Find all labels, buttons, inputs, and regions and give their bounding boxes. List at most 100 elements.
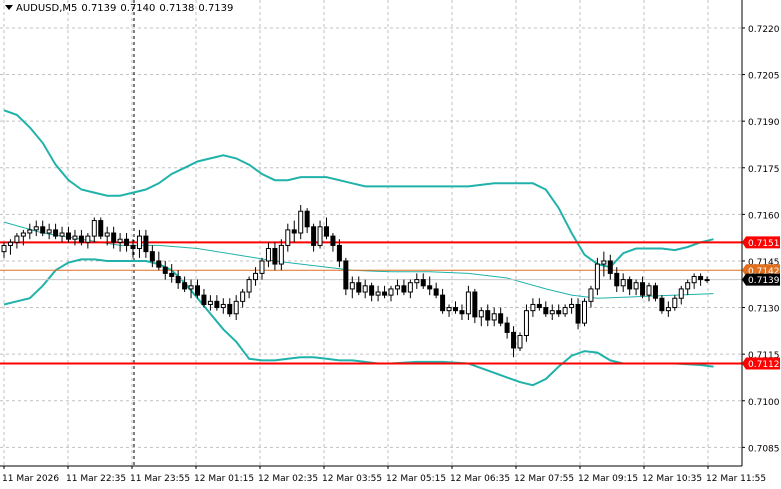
candle-body-bear: [401, 285, 407, 293]
candle-body-bull: [704, 279, 710, 282]
candle-body-bear: [291, 229, 297, 234]
level-price-label-text: 0.7151: [748, 239, 780, 249]
candle-body-bear: [149, 251, 155, 262]
candle-body-bull: [601, 260, 607, 265]
dropdown-triangle-icon[interactable]: [5, 5, 13, 10]
candle-body-bear: [607, 260, 613, 274]
candle: [517, 332, 523, 352]
candle-body-bull: [27, 229, 33, 234]
symbol-header: AUDUSD,M5 0.7139 0.7140 0.7138 0.7139: [5, 3, 237, 14]
y-tick-label: 0.7100: [748, 398, 780, 408]
candle-body-bear: [627, 279, 633, 290]
candle-body-bear: [504, 322, 510, 333]
y-tick-label: 0.7220: [748, 25, 780, 35]
candle-body-bear: [420, 279, 426, 287]
candle-body-bear: [311, 226, 317, 246]
candle-body-bull: [317, 226, 323, 246]
candle: [98, 217, 104, 240]
x-tick-label: 11 Mar 22:35: [66, 474, 126, 484]
candle-body-bull: [20, 232, 26, 237]
x-tick-label: 11 Mar 23:55: [130, 474, 190, 484]
candle-body-bull: [7, 241, 13, 246]
x-tick-label: 12 Mar 11:55: [706, 474, 766, 484]
candle-body-bull: [523, 310, 529, 337]
candle-body-bull: [233, 300, 239, 315]
candle-body-bear: [369, 285, 375, 296]
candle-body-bear: [614, 272, 620, 287]
candle-body-bull: [136, 235, 142, 250]
candle-body-bull: [388, 288, 394, 296]
candle-body-bull: [549, 310, 555, 315]
candle-body-bear: [66, 232, 71, 240]
candle-body-bull: [265, 248, 271, 262]
candle-body-bear: [336, 244, 342, 262]
candle-body-bull: [530, 303, 536, 312]
candle-body-bull: [207, 300, 213, 305]
candle-body-bear: [214, 300, 220, 309]
candle-body-bear: [98, 220, 104, 237]
candle-body-bull: [465, 291, 471, 315]
candle-body-bull: [517, 335, 523, 349]
candle-body-bull: [633, 282, 639, 290]
candle-body-bear: [511, 331, 517, 349]
candle-body-bear: [427, 285, 433, 290]
x-tick-label: 12 Mar 06:35: [450, 474, 510, 484]
candle-body-bull: [278, 244, 284, 265]
candle-body-bull: [46, 229, 52, 234]
candle-body-bear: [472, 291, 478, 318]
candle-body-bull: [240, 291, 246, 302]
candle-body-bull: [298, 210, 304, 234]
candle-body-bear: [53, 229, 59, 237]
candle-body-bull: [104, 232, 110, 237]
candle-body-bear: [195, 285, 200, 296]
candle-body-bull: [678, 288, 684, 299]
candle-body-bear: [201, 294, 207, 305]
x-tick-label: 12 Mar 09:15: [578, 474, 638, 484]
candle-body-bear: [130, 244, 136, 250]
candle-body-bear: [343, 260, 349, 290]
candle-body-bear: [324, 226, 329, 237]
last-price-label: 0.7139: [742, 273, 780, 286]
candle: [652, 282, 658, 302]
candle-body-bear: [640, 282, 646, 296]
candle-body-bull: [188, 285, 194, 290]
candle-body-bull: [85, 235, 91, 243]
level-price-label: 0.7151: [742, 236, 780, 249]
candle-body-bull: [362, 285, 368, 293]
candle-body-bear: [175, 275, 181, 284]
level-price-label-text: 0.7112: [748, 360, 780, 370]
y-tick-label: 0.7205: [748, 72, 780, 82]
candle-body-bear: [78, 235, 84, 243]
price-chart[interactable]: 0.72200.72050.71900.71750.71600.71450.71…: [0, 0, 781, 489]
candle-body-bull: [691, 275, 697, 284]
candle-body-bear: [536, 303, 542, 309]
y-tick-label: 0.7085: [748, 444, 780, 454]
candle-body-bull: [259, 260, 265, 274]
y-tick-label: 0.7160: [748, 211, 780, 221]
candle-body-bull: [582, 300, 587, 324]
candle-body-bull: [1, 244, 7, 253]
x-tick-label: 11 Mar 2026: [2, 474, 59, 484]
last-price-label-text: 0.7139: [748, 276, 780, 286]
y-tick-label: 0.7130: [748, 305, 780, 315]
candle-body-bull: [246, 279, 252, 293]
chart-window[interactable]: 0.7220 0.7205 0.7190 0.7175 0.7160 0.7145 0.71…: [0, 0, 781, 489]
candle-body-bear: [182, 282, 188, 290]
candle-body-bull: [117, 238, 123, 243]
candle-body-bull: [394, 285, 400, 290]
candle-body-bear: [698, 275, 704, 281]
candle: [582, 298, 587, 327]
y-tick-label: 0.7190: [748, 118, 780, 128]
candle-body-bull: [569, 303, 575, 309]
ohlc-high: 0.7140: [120, 3, 156, 14]
candle-body-bear: [156, 260, 162, 268]
x-tick-label: 12 Mar 02:35: [258, 474, 318, 484]
candle-body-bull: [588, 288, 594, 302]
x-tick-label: 12 Mar 01:15: [194, 474, 254, 484]
candle-body-bull: [14, 235, 20, 243]
candle-body-bear: [304, 210, 310, 228]
candle-body-bull: [349, 282, 355, 290]
x-tick-label: 12 Mar 07:55: [514, 474, 574, 484]
candle-body-bull: [375, 291, 381, 296]
candle-body-bear: [227, 303, 233, 315]
